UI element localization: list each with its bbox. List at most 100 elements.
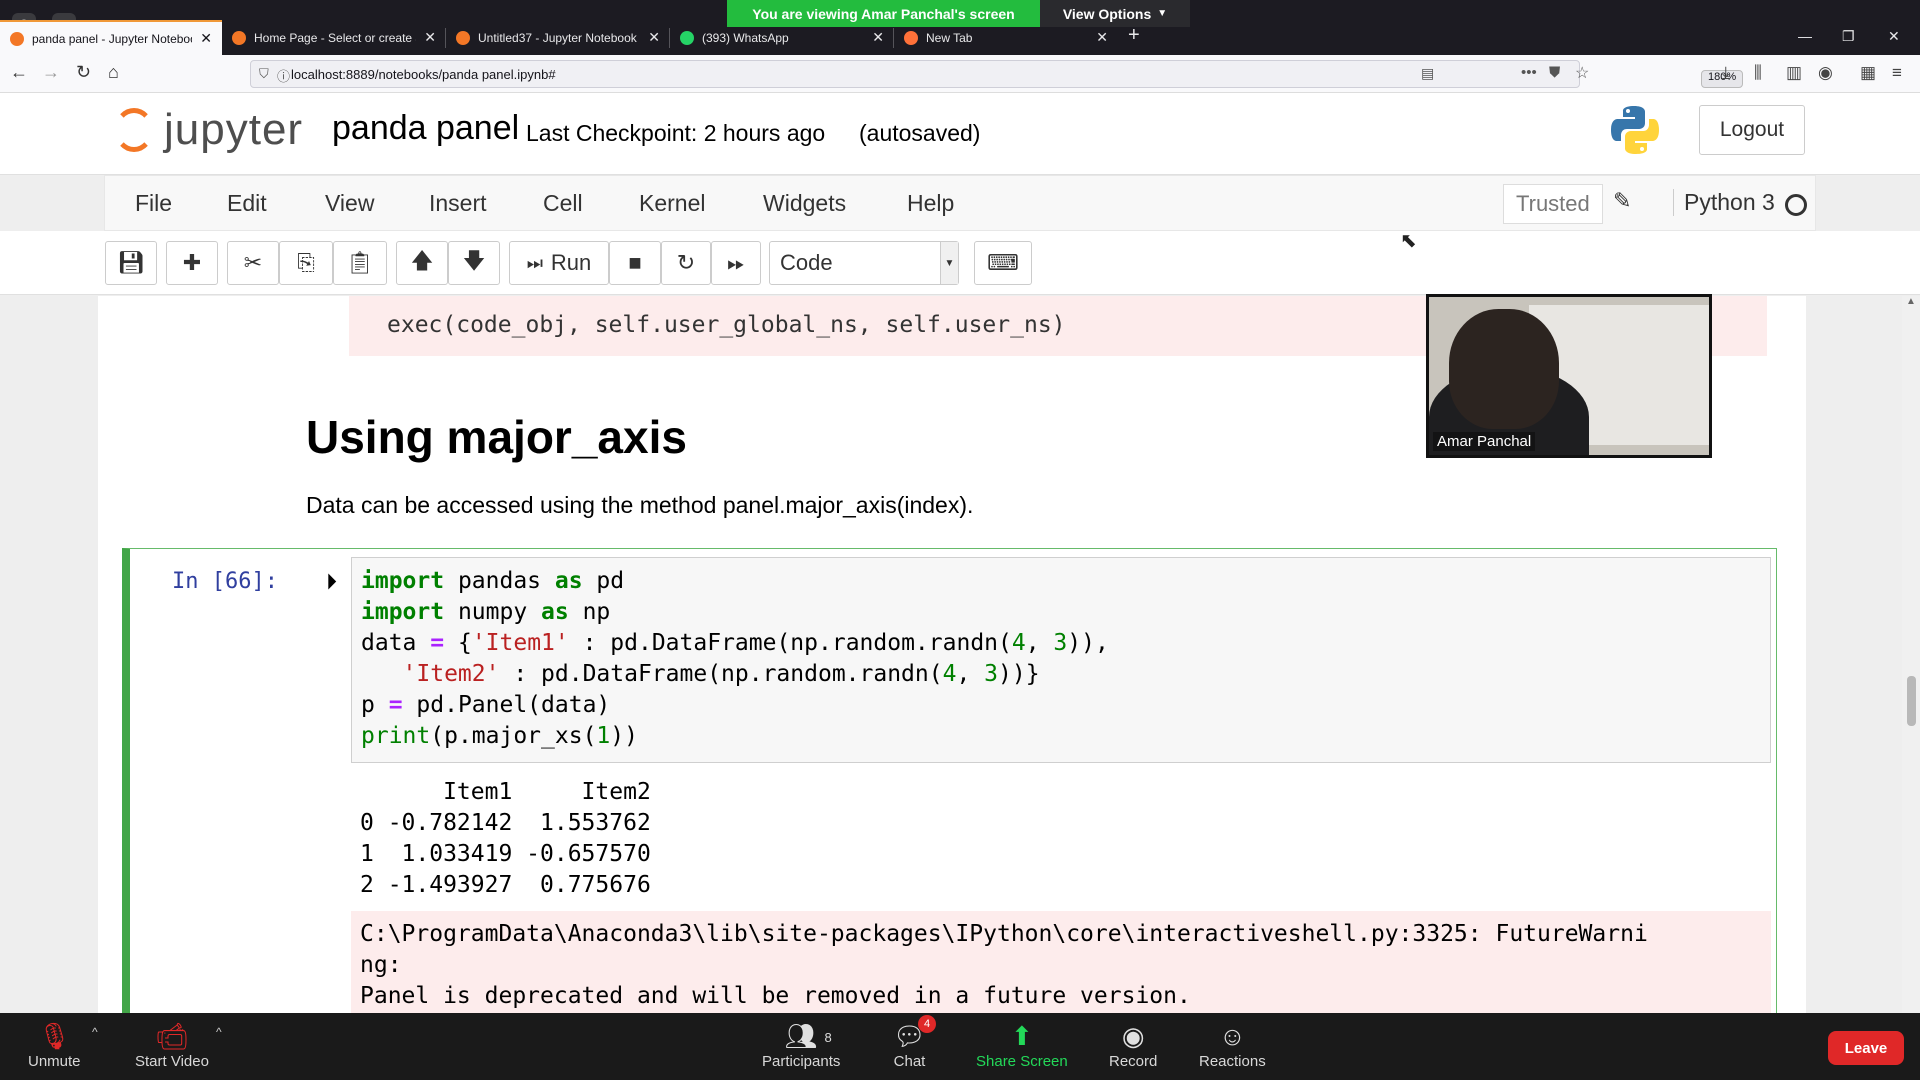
notebook-title[interactable]: panda panel bbox=[332, 109, 519, 148]
command-palette-button[interactable]: ⌨ bbox=[974, 241, 1032, 285]
reactions-icon: ☺ bbox=[1219, 1021, 1246, 1051]
tab-title: Home Page - Select or create a bbox=[254, 30, 417, 45]
hamburger-menu-icon[interactable]: ≡ bbox=[1892, 63, 1902, 83]
last-checkpoint: Last Checkpoint: 2 hours ago bbox=[526, 120, 826, 146]
close-tab-icon[interactable]: ✕ bbox=[648, 29, 660, 46]
pencil-icon[interactable]: ✎ bbox=[1613, 188, 1631, 214]
python-logo-icon bbox=[1611, 106, 1659, 154]
reader-view-icon[interactable]: ▤ bbox=[1421, 65, 1434, 82]
menu-kernel[interactable]: Kernel bbox=[639, 190, 705, 217]
insert-cell-button[interactable]: ✚ bbox=[166, 241, 218, 285]
close-tab-icon[interactable]: ✕ bbox=[1096, 29, 1108, 46]
new-tab-button[interactable]: + bbox=[1128, 24, 1140, 47]
chat-label: Chat bbox=[893, 1053, 926, 1070]
stderr-warning-output: C:\ProgramData\Anaconda3\lib\site-packag… bbox=[351, 911, 1771, 1013]
paste-button[interactable]: 📋︎ bbox=[333, 241, 387, 285]
move-up-button[interactable]: 🡅 bbox=[396, 241, 448, 285]
close-tab-icon[interactable]: ✕ bbox=[200, 30, 212, 47]
reactions-button[interactable]: ☺ Reactions bbox=[1199, 1019, 1266, 1070]
url-bar[interactable]: ⛉ ⓘ localhost:8889/notebooks/panda panel… bbox=[250, 60, 1744, 88]
bookmark-star-icon[interactable]: ☆ bbox=[1575, 63, 1589, 83]
fast-forward-icon: ⏩︎ bbox=[727, 250, 745, 275]
forward-icon[interactable]: → bbox=[42, 62, 60, 83]
move-down-button[interactable]: 🡇 bbox=[448, 241, 500, 285]
cell-type-value: Code bbox=[780, 250, 833, 275]
download-icon[interactable]: ⤓ bbox=[1722, 63, 1730, 83]
jupyter-logo[interactable]: jupyter bbox=[114, 105, 303, 155]
participant-name: Amar Panchal bbox=[1433, 432, 1536, 451]
chat-button[interactable]: 💬︎ 4 Chat bbox=[893, 1015, 937, 1070]
menu-help[interactable]: Help bbox=[907, 190, 954, 217]
run-cell-icon[interactable]: ⏵︎ bbox=[326, 569, 337, 595]
leave-button[interactable]: Leave bbox=[1828, 1031, 1904, 1065]
tracking-shield-icon: ⛉ bbox=[259, 66, 269, 81]
cut-button[interactable]: ✂ bbox=[227, 241, 279, 285]
kernel-name[interactable]: Python 3 bbox=[1673, 189, 1775, 216]
unmute-button[interactable]: 🎙︎ Unmute bbox=[28, 1019, 81, 1070]
restart-kernel-button[interactable]: ↻ bbox=[661, 241, 711, 285]
trusted-indicator[interactable]: Trusted bbox=[1503, 184, 1603, 224]
scissors-icon: ✂ bbox=[243, 250, 263, 275]
save-icon: 💾︎ bbox=[117, 250, 145, 275]
close-tab-icon[interactable]: ✕ bbox=[424, 29, 436, 46]
run-button[interactable]: ⏭︎ Run bbox=[509, 241, 609, 285]
menubar: File Edit View Insert Cell Kernel Widget… bbox=[104, 175, 1816, 231]
close-window-icon[interactable]: ✕ bbox=[1888, 28, 1900, 45]
chevron-up-icon[interactable]: ^ bbox=[216, 1025, 222, 1039]
menu-edit[interactable]: Edit bbox=[227, 190, 267, 217]
interrupt-kernel-button[interactable]: ■ bbox=[609, 241, 661, 285]
pocket-icon[interactable]: ⛊ bbox=[1549, 64, 1560, 81]
browser-tab-panda-panel[interactable]: panda panel - Jupyter Noteboo ✕ bbox=[0, 20, 222, 55]
code-line: data = {'Item1' : pd.DataFrame(np.random… bbox=[361, 630, 1109, 656]
menu-view[interactable]: View bbox=[325, 190, 374, 217]
scroll-up-icon[interactable]: ▲ bbox=[1906, 296, 1916, 307]
share-screen-button[interactable]: ⬆︎ Share Screen bbox=[976, 1019, 1068, 1070]
browser-tab-untitled37[interactable]: Untitled37 - Jupyter Notebook ✕ bbox=[446, 20, 670, 55]
cell-output: Item1 Item2 0 -0.782142 1.553762 1 1.033… bbox=[360, 777, 651, 901]
menu-file[interactable]: File bbox=[135, 190, 172, 217]
chevron-up-icon[interactable]: ^ bbox=[92, 1025, 98, 1039]
record-button[interactable]: ◉ Record bbox=[1109, 1019, 1157, 1070]
view-options-label: View Options bbox=[1062, 5, 1152, 22]
save-button[interactable]: 💾︎ bbox=[105, 241, 157, 285]
jupyter-favicon-icon bbox=[10, 31, 24, 46]
participant-video-thumbnail[interactable]: Amar Panchal bbox=[1426, 294, 1712, 458]
keyboard-icon: ⌨ bbox=[987, 250, 1019, 275]
cell-type-select[interactable]: Code ▼ bbox=[769, 241, 959, 285]
logout-button[interactable]: Logout bbox=[1699, 105, 1805, 155]
restart-run-all-button[interactable]: ⏩︎ bbox=[711, 241, 761, 285]
minimize-icon[interactable]: — bbox=[1798, 28, 1812, 44]
restore-icon[interactable]: ❐ bbox=[1842, 28, 1855, 45]
code-input[interactable]: import pandas as pd import numpy as np d… bbox=[351, 557, 1771, 763]
page-actions-icon[interactable]: ••• bbox=[1521, 64, 1537, 81]
menu-cell[interactable]: Cell bbox=[543, 190, 583, 217]
close-tab-icon[interactable]: ✕ bbox=[872, 29, 884, 46]
chat-unread-badge: 4 bbox=[918, 1015, 937, 1033]
back-icon[interactable]: ← bbox=[10, 62, 28, 83]
library-icon[interactable]: ⫼ bbox=[1754, 63, 1762, 83]
start-video-button[interactable]: 📹︎ Start Video bbox=[135, 1019, 209, 1070]
mouse-pointer-icon: ⬉ bbox=[1400, 230, 1417, 252]
tab-title: Untitled37 - Jupyter Notebook bbox=[478, 30, 637, 45]
meeting-controls-bar: 🎙︎ Unmute ^ 📹︎ Start Video ^ 👥︎ 8 Partici… bbox=[0, 1013, 1920, 1080]
code-line: p = pd.Panel(data) bbox=[361, 692, 611, 718]
browser-tab-home-page[interactable]: Home Page - Select or create a ✕ bbox=[222, 20, 446, 55]
home-icon[interactable]: ⌂ bbox=[108, 62, 119, 83]
page-scrollbar[interactable]: ▲ bbox=[1902, 296, 1920, 1013]
step-forward-icon: ⏭︎ bbox=[526, 252, 543, 273]
copy-button[interactable]: ⎘ bbox=[279, 241, 333, 285]
menu-insert[interactable]: Insert bbox=[429, 190, 487, 217]
account-icon[interactable]: ◉ bbox=[1818, 63, 1833, 83]
sidebar-icon[interactable]: ▥ bbox=[1786, 63, 1802, 83]
view-options-button[interactable]: View Options ▼ bbox=[1040, 0, 1190, 27]
participants-count: 8 bbox=[824, 1030, 832, 1045]
reload-icon[interactable]: ↻ bbox=[76, 62, 91, 83]
code-cell-selected[interactable]: In [66]: ⏵︎ import pandas as pd import n… bbox=[122, 548, 1777, 1013]
participant-head bbox=[1449, 309, 1559, 429]
site-info-icon: ⓘ bbox=[277, 69, 291, 84]
participants-button[interactable]: 👥︎ 8 Participants bbox=[762, 1019, 840, 1070]
extensions-icon[interactable]: ▦ bbox=[1860, 63, 1876, 83]
scroll-thumb[interactable] bbox=[1907, 676, 1916, 726]
menu-widgets[interactable]: Widgets bbox=[763, 190, 846, 217]
run-label: Run bbox=[550, 250, 592, 275]
